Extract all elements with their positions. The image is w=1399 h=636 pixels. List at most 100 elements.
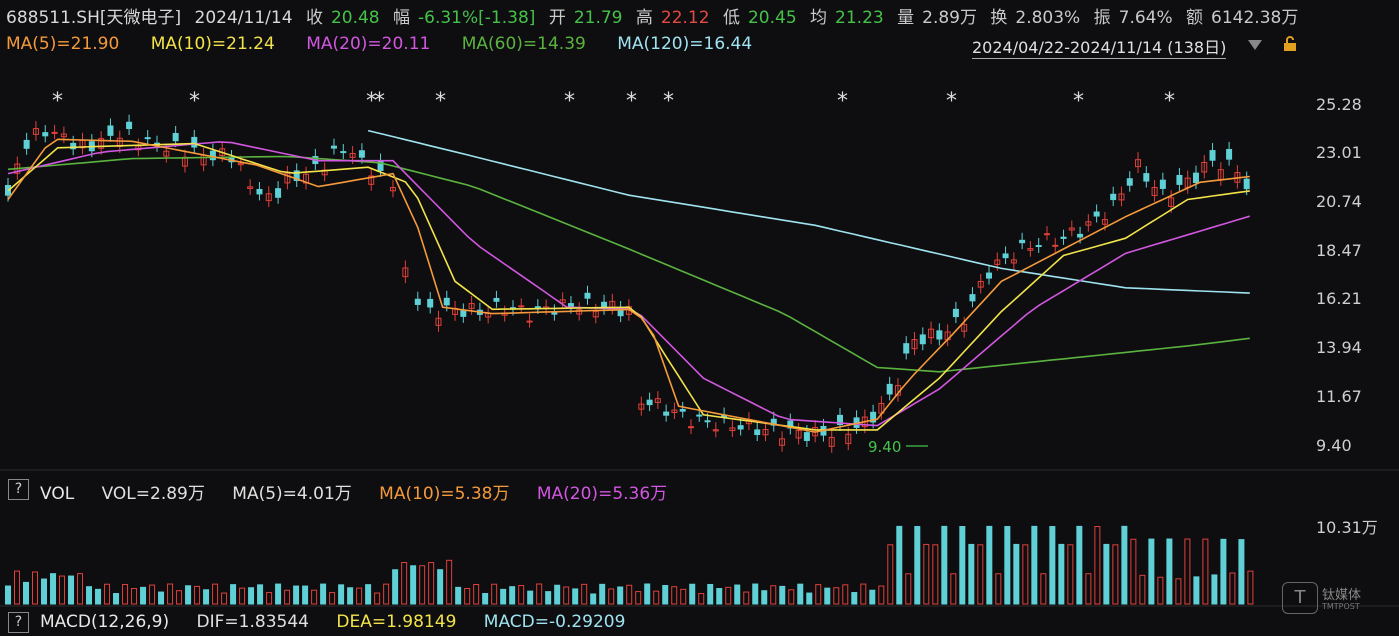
volume-bar xyxy=(689,583,696,605)
candle-body xyxy=(330,145,337,149)
vol-help-icon[interactable]: ? xyxy=(8,479,29,500)
volume-bar xyxy=(239,587,246,605)
event-star-icon: * xyxy=(52,89,63,114)
candle-body xyxy=(414,298,421,305)
candle-body xyxy=(144,137,151,140)
volume-bar xyxy=(1229,572,1236,605)
volume-bar xyxy=(86,586,93,605)
candle-body xyxy=(209,150,216,161)
vol-title[interactable]: VOL xyxy=(40,484,74,504)
volume-bar xyxy=(941,525,948,605)
volume-bar xyxy=(158,591,165,605)
volume-bar xyxy=(383,583,390,605)
volume-bar xyxy=(1112,544,1119,605)
macd-help-icon[interactable]: ? xyxy=(8,612,29,633)
watermark-logo: T xyxy=(1282,582,1318,614)
candle-body xyxy=(886,383,893,395)
volume-bar xyxy=(653,590,660,605)
volume-bar xyxy=(41,578,48,605)
volume-bar xyxy=(950,573,957,605)
volume-bar xyxy=(374,592,381,605)
volume-bar xyxy=(230,584,237,605)
candle-body xyxy=(663,411,670,416)
volume-bar xyxy=(716,588,723,605)
volume-bar xyxy=(752,583,759,605)
volume-bar xyxy=(311,589,318,605)
candle-body xyxy=(919,334,926,345)
watermark-name: 钛媒体 xyxy=(1322,588,1362,603)
volume-bar xyxy=(743,591,750,605)
volume-bar xyxy=(608,588,615,605)
volume-bar xyxy=(770,585,777,605)
volume-bar xyxy=(23,581,30,605)
vol-value: VOL=2.89万 xyxy=(101,484,205,504)
volume-bar xyxy=(797,583,804,605)
volume-bar xyxy=(725,586,732,605)
price-tick: 16.21 xyxy=(1316,289,1362,308)
volume-bar xyxy=(590,593,597,605)
volume-bar xyxy=(140,586,147,605)
vol-ma10: MA(10)=5.38万 xyxy=(379,484,510,504)
volume-bar xyxy=(212,583,219,605)
volume-bar xyxy=(14,570,21,605)
macd-title[interactable]: MACD(12,26,9) xyxy=(40,612,169,632)
volume-bar xyxy=(131,588,138,605)
volume-bar xyxy=(1157,576,1164,605)
volume-bar xyxy=(266,592,273,605)
volume-bar xyxy=(968,543,975,605)
candle-body xyxy=(534,306,541,309)
volume-bar xyxy=(617,586,624,605)
volume-bar xyxy=(932,544,939,605)
candle-body xyxy=(191,136,198,148)
volume-bar xyxy=(977,544,984,605)
candle-body xyxy=(936,330,943,340)
candle-body xyxy=(1077,233,1084,238)
volume-bar xyxy=(1202,538,1209,605)
volume-bar xyxy=(419,565,426,605)
vol-legend: VOL VOL=2.89万 MA(5)=4.01万 MA(10)=5.38万 M… xyxy=(40,479,689,504)
volume-bar xyxy=(707,583,714,605)
candle-body xyxy=(986,272,993,279)
volume-bar xyxy=(1121,525,1128,605)
volume-bar xyxy=(1211,574,1218,605)
volume-bar xyxy=(698,593,705,605)
candle-body xyxy=(1209,150,1216,161)
low-marker-label: 9.40 xyxy=(868,438,902,456)
candle-body xyxy=(803,432,810,441)
event-star-icon: * xyxy=(189,89,200,114)
volume-bar xyxy=(1130,538,1137,605)
volume-bar xyxy=(482,593,489,605)
volume-bar xyxy=(176,590,183,605)
volume-bar xyxy=(464,588,471,605)
volume-bar xyxy=(563,586,570,605)
event-star-icon: * xyxy=(837,89,848,114)
volume-bar xyxy=(293,585,300,605)
volume-bar xyxy=(284,589,291,605)
volume-bar xyxy=(599,583,606,605)
event-star-icon: * xyxy=(1164,89,1175,114)
volume-bar xyxy=(122,583,129,605)
event-star-icon: * xyxy=(374,89,385,114)
volume-bar xyxy=(1139,574,1146,605)
volume-bar xyxy=(365,584,372,605)
volume-bar xyxy=(671,586,678,605)
volume-bar xyxy=(680,588,687,605)
volume-bar xyxy=(320,583,327,605)
kline-chart[interactable]: * * ** * * * * * * * * xyxy=(0,0,1399,636)
volume-bar xyxy=(1094,526,1101,605)
candle-body xyxy=(172,132,179,142)
volume-bar xyxy=(518,585,525,605)
volume-bar xyxy=(257,584,264,605)
volume-bar xyxy=(788,589,795,605)
candle-body xyxy=(1110,193,1117,201)
macd-value: MACD=-0.29209 xyxy=(483,612,626,632)
volume-bar xyxy=(59,575,66,605)
volume-bar xyxy=(1085,573,1092,605)
candle-body xyxy=(903,343,910,354)
volume-bar xyxy=(545,591,552,605)
volume-bar xyxy=(860,583,867,605)
volume-bar xyxy=(68,575,75,605)
volume-bar xyxy=(662,584,669,605)
volume-bar xyxy=(1166,538,1173,605)
ma5-line xyxy=(7,138,1250,433)
